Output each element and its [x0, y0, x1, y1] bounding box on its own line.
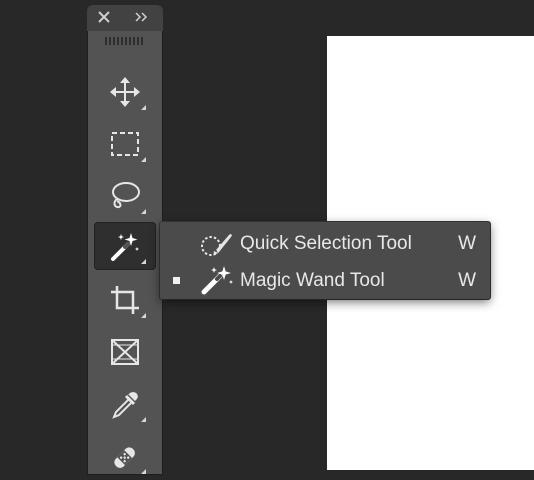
flyout-item-shortcut: W	[458, 233, 476, 254]
crop-icon	[111, 286, 139, 314]
lasso-tool[interactable]	[94, 172, 156, 220]
tool-flyout-menu: Quick Selection Tool W Magic Wand Tool W	[160, 222, 490, 299]
submenu-indicator	[141, 259, 146, 264]
submenu-indicator	[141, 105, 146, 110]
lasso-icon	[112, 182, 140, 209]
submenu-indicator	[141, 313, 146, 318]
marquee-tool[interactable]	[94, 120, 156, 168]
submenu-indicator	[141, 157, 146, 162]
frame-tool[interactable]	[94, 328, 156, 376]
submenu-indicator	[141, 209, 146, 214]
flyout-item-label: Quick Selection Tool	[240, 233, 412, 254]
tools-panel	[87, 5, 163, 475]
panel-grip[interactable]	[104, 37, 146, 45]
healing-brush-tool[interactable]	[94, 432, 156, 480]
submenu-indicator	[141, 417, 146, 422]
eyedropper-tool[interactable]	[94, 380, 156, 428]
close-icon[interactable]	[96, 9, 112, 30]
magic-wand-icon	[111, 233, 139, 261]
frame-icon	[111, 339, 139, 365]
selected-tool-indicator	[173, 277, 180, 284]
tools-panel-header[interactable]	[87, 5, 163, 31]
flyout-item-shortcut: W	[458, 270, 476, 291]
double-chevron-right-icon[interactable]	[134, 9, 150, 30]
flyout-item-label: Magic Wand Tool	[240, 270, 385, 291]
healing-brush-icon	[114, 447, 135, 468]
move-icon	[110, 77, 140, 107]
magic-wand-tool[interactable]	[94, 222, 156, 270]
magic-wand-icon	[201, 266, 233, 295]
eyedropper-icon	[112, 392, 138, 419]
flyout-item-quick-selection[interactable]: Quick Selection Tool W	[160, 225, 490, 261]
quick-selection-icon	[201, 234, 232, 256]
marquee-icon	[111, 132, 139, 156]
flyout-item-magic-wand[interactable]: Magic Wand Tool W	[160, 262, 490, 298]
move-tool[interactable]	[94, 68, 156, 116]
crop-tool[interactable]	[94, 276, 156, 324]
